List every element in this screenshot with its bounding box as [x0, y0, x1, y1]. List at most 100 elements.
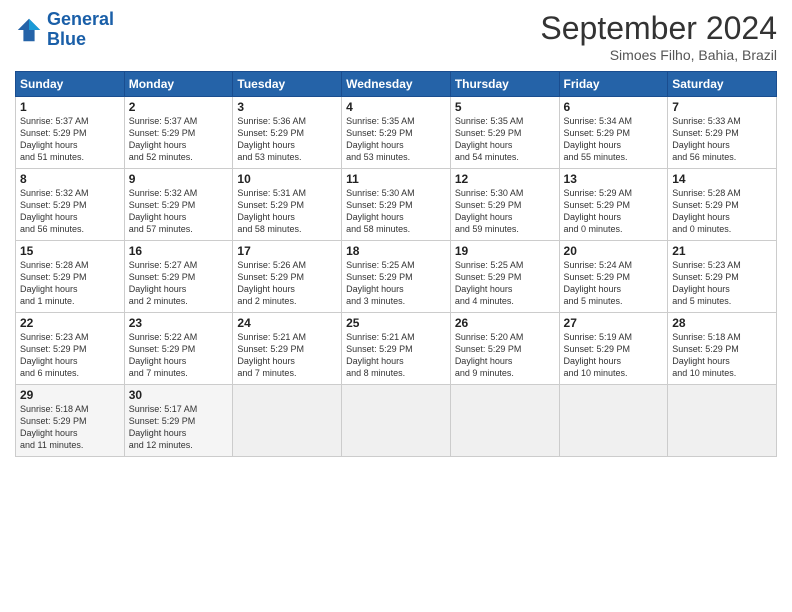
day-number: 8: [20, 172, 120, 186]
calendar-cell: 8Sunrise: 5:32 AMSunset: 5:29 PMDaylight…: [16, 169, 125, 241]
day-info: Sunrise: 5:31 AMSunset: 5:29 PMDaylight …: [237, 187, 337, 236]
calendar-cell: 4Sunrise: 5:35 AMSunset: 5:29 PMDaylight…: [342, 97, 451, 169]
day-number: 29: [20, 388, 120, 402]
day-number: 18: [346, 244, 446, 258]
day-info: Sunrise: 5:26 AMSunset: 5:29 PMDaylight …: [237, 259, 337, 308]
day-info: Sunrise: 5:37 AMSunset: 5:29 PMDaylight …: [129, 115, 229, 164]
day-info: Sunrise: 5:33 AMSunset: 5:29 PMDaylight …: [672, 115, 772, 164]
day-info: Sunrise: 5:21 AMSunset: 5:29 PMDaylight …: [346, 331, 446, 380]
day-info: Sunrise: 5:36 AMSunset: 5:29 PMDaylight …: [237, 115, 337, 164]
calendar-cell: [559, 385, 668, 457]
day-info: Sunrise: 5:30 AMSunset: 5:29 PMDaylight …: [346, 187, 446, 236]
calendar-cell: 25Sunrise: 5:21 AMSunset: 5:29 PMDayligh…: [342, 313, 451, 385]
day-number: 23: [129, 316, 229, 330]
day-number: 26: [455, 316, 555, 330]
day-number: 3: [237, 100, 337, 114]
week-row-3: 15Sunrise: 5:28 AMSunset: 5:29 PMDayligh…: [16, 241, 777, 313]
day-info: Sunrise: 5:24 AMSunset: 5:29 PMDaylight …: [564, 259, 664, 308]
day-info: Sunrise: 5:37 AMSunset: 5:29 PMDaylight …: [20, 115, 120, 164]
day-info: Sunrise: 5:27 AMSunset: 5:29 PMDaylight …: [129, 259, 229, 308]
day-info: Sunrise: 5:34 AMSunset: 5:29 PMDaylight …: [564, 115, 664, 164]
day-info: Sunrise: 5:32 AMSunset: 5:29 PMDaylight …: [20, 187, 120, 236]
day-number: 24: [237, 316, 337, 330]
day-info: Sunrise: 5:25 AMSunset: 5:29 PMDaylight …: [346, 259, 446, 308]
calendar-cell: 22Sunrise: 5:23 AMSunset: 5:29 PMDayligh…: [16, 313, 125, 385]
day-number: 19: [455, 244, 555, 258]
day-number: 28: [672, 316, 772, 330]
day-info: Sunrise: 5:28 AMSunset: 5:29 PMDaylight …: [20, 259, 120, 308]
calendar-cell: 23Sunrise: 5:22 AMSunset: 5:29 PMDayligh…: [124, 313, 233, 385]
weekday-header-friday: Friday: [559, 72, 668, 97]
day-number: 7: [672, 100, 772, 114]
logo-line2: Blue: [47, 29, 86, 49]
calendar-cell: 2Sunrise: 5:37 AMSunset: 5:29 PMDaylight…: [124, 97, 233, 169]
day-info: Sunrise: 5:23 AMSunset: 5:29 PMDaylight …: [672, 259, 772, 308]
day-number: 27: [564, 316, 664, 330]
month-title: September 2024: [540, 10, 777, 47]
page-container: General Blue September 2024 Simoes Filho…: [0, 0, 792, 467]
day-number: 2: [129, 100, 229, 114]
day-info: Sunrise: 5:19 AMSunset: 5:29 PMDaylight …: [564, 331, 664, 380]
calendar-cell: 30Sunrise: 5:17 AMSunset: 5:29 PMDayligh…: [124, 385, 233, 457]
logo-line1: General: [47, 9, 114, 29]
day-number: 14: [672, 172, 772, 186]
day-number: 6: [564, 100, 664, 114]
day-info: Sunrise: 5:18 AMSunset: 5:29 PMDaylight …: [672, 331, 772, 380]
day-info: Sunrise: 5:18 AMSunset: 5:29 PMDaylight …: [20, 403, 120, 452]
calendar-cell: [668, 385, 777, 457]
calendar-cell: 10Sunrise: 5:31 AMSunset: 5:29 PMDayligh…: [233, 169, 342, 241]
logo-text: General Blue: [47, 10, 114, 50]
calendar-cell: 13Sunrise: 5:29 AMSunset: 5:29 PMDayligh…: [559, 169, 668, 241]
week-row-4: 22Sunrise: 5:23 AMSunset: 5:29 PMDayligh…: [16, 313, 777, 385]
weekday-header-row: SundayMondayTuesdayWednesdayThursdayFrid…: [16, 72, 777, 97]
day-number: 1: [20, 100, 120, 114]
calendar-cell: 15Sunrise: 5:28 AMSunset: 5:29 PMDayligh…: [16, 241, 125, 313]
weekday-header-monday: Monday: [124, 72, 233, 97]
calendar-cell: 7Sunrise: 5:33 AMSunset: 5:29 PMDaylight…: [668, 97, 777, 169]
day-number: 25: [346, 316, 446, 330]
day-number: 20: [564, 244, 664, 258]
calendar-cell: 6Sunrise: 5:34 AMSunset: 5:29 PMDaylight…: [559, 97, 668, 169]
calendar-cell: 17Sunrise: 5:26 AMSunset: 5:29 PMDayligh…: [233, 241, 342, 313]
calendar-cell: 20Sunrise: 5:24 AMSunset: 5:29 PMDayligh…: [559, 241, 668, 313]
calendar-cell: 9Sunrise: 5:32 AMSunset: 5:29 PMDaylight…: [124, 169, 233, 241]
weekday-header-tuesday: Tuesday: [233, 72, 342, 97]
calendar-cell: [450, 385, 559, 457]
day-number: 11: [346, 172, 446, 186]
calendar-cell: 26Sunrise: 5:20 AMSunset: 5:29 PMDayligh…: [450, 313, 559, 385]
day-number: 30: [129, 388, 229, 402]
day-info: Sunrise: 5:35 AMSunset: 5:29 PMDaylight …: [346, 115, 446, 164]
calendar-cell: 14Sunrise: 5:28 AMSunset: 5:29 PMDayligh…: [668, 169, 777, 241]
day-info: Sunrise: 5:20 AMSunset: 5:29 PMDaylight …: [455, 331, 555, 380]
week-row-5: 29Sunrise: 5:18 AMSunset: 5:29 PMDayligh…: [16, 385, 777, 457]
day-info: Sunrise: 5:22 AMSunset: 5:29 PMDaylight …: [129, 331, 229, 380]
logo-icon: [15, 16, 43, 44]
logo: General Blue: [15, 10, 114, 50]
day-info: Sunrise: 5:23 AMSunset: 5:29 PMDaylight …: [20, 331, 120, 380]
day-info: Sunrise: 5:30 AMSunset: 5:29 PMDaylight …: [455, 187, 555, 236]
weekday-header-thursday: Thursday: [450, 72, 559, 97]
day-info: Sunrise: 5:32 AMSunset: 5:29 PMDaylight …: [129, 187, 229, 236]
weekday-header-sunday: Sunday: [16, 72, 125, 97]
day-info: Sunrise: 5:29 AMSunset: 5:29 PMDaylight …: [564, 187, 664, 236]
week-row-1: 1Sunrise: 5:37 AMSunset: 5:29 PMDaylight…: [16, 97, 777, 169]
calendar-cell: [342, 385, 451, 457]
calendar-cell: 5Sunrise: 5:35 AMSunset: 5:29 PMDaylight…: [450, 97, 559, 169]
day-info: Sunrise: 5:35 AMSunset: 5:29 PMDaylight …: [455, 115, 555, 164]
calendar-cell: 11Sunrise: 5:30 AMSunset: 5:29 PMDayligh…: [342, 169, 451, 241]
header: General Blue September 2024 Simoes Filho…: [15, 10, 777, 63]
calendar-cell: 1Sunrise: 5:37 AMSunset: 5:29 PMDaylight…: [16, 97, 125, 169]
day-info: Sunrise: 5:21 AMSunset: 5:29 PMDaylight …: [237, 331, 337, 380]
location: Simoes Filho, Bahia, Brazil: [540, 47, 777, 63]
calendar-cell: [233, 385, 342, 457]
day-number: 17: [237, 244, 337, 258]
week-row-2: 8Sunrise: 5:32 AMSunset: 5:29 PMDaylight…: [16, 169, 777, 241]
day-number: 21: [672, 244, 772, 258]
title-block: September 2024 Simoes Filho, Bahia, Braz…: [540, 10, 777, 63]
day-info: Sunrise: 5:17 AMSunset: 5:29 PMDaylight …: [129, 403, 229, 452]
day-number: 12: [455, 172, 555, 186]
day-info: Sunrise: 5:28 AMSunset: 5:29 PMDaylight …: [672, 187, 772, 236]
day-number: 9: [129, 172, 229, 186]
calendar-cell: 3Sunrise: 5:36 AMSunset: 5:29 PMDaylight…: [233, 97, 342, 169]
calendar-cell: 28Sunrise: 5:18 AMSunset: 5:29 PMDayligh…: [668, 313, 777, 385]
